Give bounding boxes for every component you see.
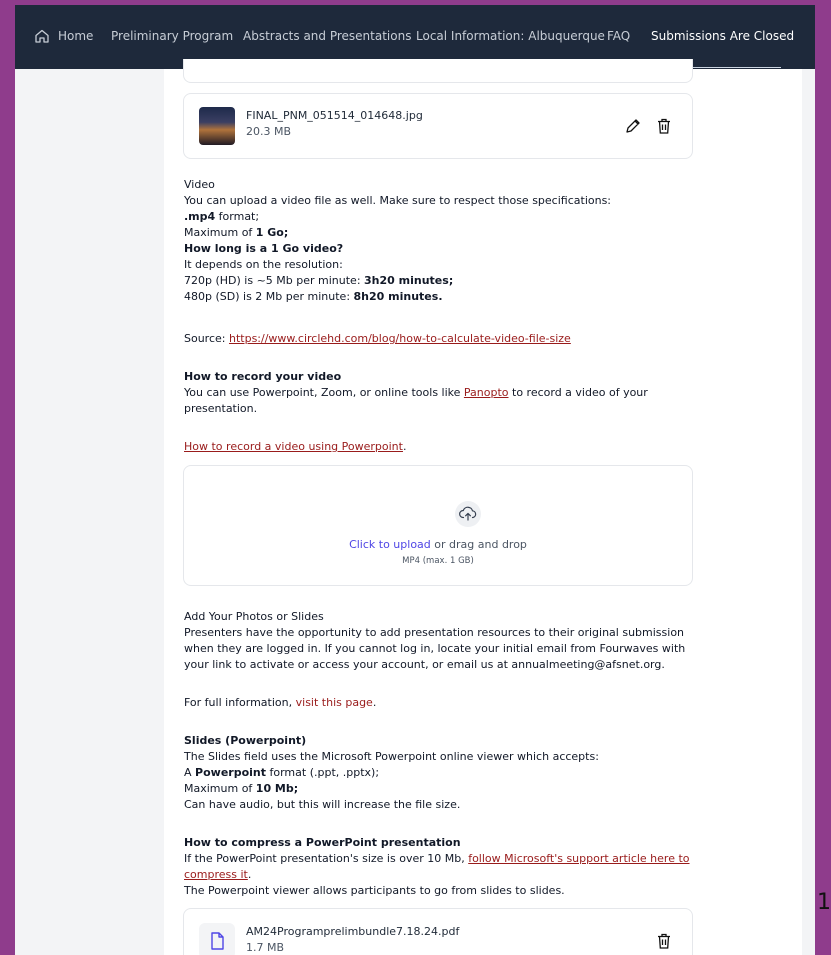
full-info-suffix: . bbox=[372, 696, 377, 709]
slides-format-prefix: A bbox=[184, 766, 196, 779]
compress-line2-suffix: . bbox=[247, 868, 252, 881]
photos-line3: your link to activate or access your acc… bbox=[184, 658, 665, 671]
nav-local-information[interactable]: Local Information: Albuquerque bbox=[416, 29, 605, 43]
nav-submissions-closed[interactable]: Submissions Are Closed bbox=[651, 29, 794, 43]
compress-heading: How to compress a PowerPoint presentatio… bbox=[184, 836, 461, 849]
panopto-link[interactable]: Panopto bbox=[464, 386, 509, 399]
video-max-bold: 1 Go; bbox=[255, 226, 289, 239]
photos-line1: Presenters have the opportunity to add p… bbox=[184, 626, 685, 639]
full-info-line: For full information, visit this page. bbox=[184, 695, 376, 711]
slides-max-bold: 10 Mb; bbox=[255, 782, 299, 795]
slides-max-prefix: Maximum of bbox=[184, 782, 256, 795]
slides-line1: The Slides field uses the Microsoft Powe… bbox=[184, 750, 599, 763]
video-source-prefix: Source: bbox=[184, 332, 229, 345]
compress-it-link[interactable]: compress it bbox=[184, 868, 248, 881]
video-length-question: How long is a 1 Go video? bbox=[184, 242, 344, 255]
video-depends: It depends on the resolution: bbox=[184, 258, 343, 271]
upload-instructions: Click to upload or drag and drop bbox=[184, 538, 692, 551]
home-icon[interactable] bbox=[34, 28, 50, 44]
video-format-line: .mp4 format; bbox=[184, 209, 259, 225]
slides-audio: Can have audio, but this will increase t… bbox=[184, 798, 461, 811]
slides-format-rest: format (.ppt, .pptx); bbox=[266, 766, 380, 779]
video-heading: Video bbox=[184, 178, 215, 191]
photos-heading: Add Your Photos or Slides bbox=[184, 610, 324, 623]
video-sd-line: 480p (SD) is 2 Mb per minute: 8h20 minut… bbox=[184, 289, 443, 305]
slides-format-bold: Powerpoint bbox=[195, 766, 266, 779]
image-file-card: FINAL_PNM_051514_014648.jpg 20.3 MB bbox=[183, 93, 693, 159]
slides-format-line: A Powerpoint format (.ppt, .pptx); bbox=[184, 765, 379, 781]
microsoft-support-link[interactable]: follow Microsoft's support article here … bbox=[468, 852, 689, 865]
compress-line1: If the PowerPoint presentation's size is… bbox=[184, 851, 690, 867]
photos-line2: when they are logged in. If you cannot l… bbox=[184, 642, 686, 655]
click-to-upload-link[interactable]: Click to upload bbox=[349, 538, 431, 551]
compress-line3: The Powerpoint viewer allows participant… bbox=[184, 884, 565, 897]
pencil-icon[interactable] bbox=[624, 117, 642, 135]
image-file-size: 20.3 MB bbox=[246, 125, 292, 138]
video-sd-bold: 8h20 minutes. bbox=[353, 290, 443, 303]
upload-icon-circle bbox=[455, 501, 481, 527]
video-format-rest: format; bbox=[215, 210, 260, 223]
video-sd-prefix: 480p (SD) is 2 Mb per minute: bbox=[184, 290, 354, 303]
record-line2: presentation. bbox=[184, 402, 258, 415]
nav-preliminary-program[interactable]: Preliminary Program bbox=[111, 29, 233, 43]
video-source-link[interactable]: https://www.circlehd.com/blog/how-to-cal… bbox=[229, 332, 571, 345]
drag-drop-text: or drag and drop bbox=[430, 538, 527, 551]
compress-line1-prefix: If the PowerPoint presentation's size is… bbox=[184, 852, 469, 865]
previous-file-card bbox=[183, 59, 693, 83]
record-line1-prefix: You can use Powerpoint, Zoom, or online … bbox=[184, 386, 464, 399]
record-line1-suffix: to record a video of your bbox=[508, 386, 648, 399]
pdf-file-card: AM24Programprelimbundle7.18.24.pdf 1.7 M… bbox=[183, 908, 693, 955]
nav-faq[interactable]: FAQ bbox=[607, 29, 630, 43]
powerpoint-record-link[interactable]: How to record a video using Powerpoint bbox=[184, 440, 403, 453]
video-format-bold: .mp4 bbox=[184, 210, 216, 223]
slides-max-line: Maximum of 10 Mb; bbox=[184, 781, 298, 797]
submission-form: FINAL_PNM_051514_014648.jpg 20.3 MB Vide… bbox=[164, 59, 802, 955]
full-info-prefix: For full information, bbox=[184, 696, 296, 709]
nav-abstracts-presentations[interactable]: Abstracts and Presentations bbox=[243, 29, 411, 43]
edge-page-number: 1 bbox=[817, 890, 831, 915]
powerpoint-record-suffix: . bbox=[402, 440, 407, 453]
record-heading: How to record your video bbox=[184, 370, 342, 383]
compress-line2: compress it. bbox=[184, 867, 251, 883]
nav-home[interactable]: Home bbox=[58, 29, 93, 43]
trash-icon[interactable] bbox=[655, 932, 673, 950]
powerpoint-record-line: How to record a video using Powerpoint. bbox=[184, 439, 406, 455]
upload-hint: MP4 (max. 1 GB) bbox=[402, 556, 474, 566]
video-max-line: Maximum of 1 Go; bbox=[184, 225, 288, 241]
image-thumbnail bbox=[199, 107, 235, 145]
video-upload-dropzone[interactable]: Click to upload or drag and drop MP4 (ma… bbox=[183, 465, 693, 586]
video-hd-line: 720p (HD) is ~5 Mb per minute: 3h20 minu… bbox=[184, 273, 453, 289]
pdf-file-name: AM24Programprelimbundle7.18.24.pdf bbox=[246, 925, 460, 938]
video-intro: You can upload a video file as well. Mak… bbox=[184, 194, 612, 207]
video-max-prefix: Maximum of bbox=[184, 226, 256, 239]
file-icon bbox=[211, 932, 224, 950]
image-file-name: FINAL_PNM_051514_014648.jpg bbox=[246, 109, 423, 122]
pdf-file-size: 1.7 MB bbox=[246, 941, 285, 954]
video-hd-bold: 3h20 minutes; bbox=[364, 274, 454, 287]
trash-icon[interactable] bbox=[655, 117, 673, 135]
slides-heading: Slides (Powerpoint) bbox=[184, 734, 307, 747]
video-source-line: Source: https://www.circlehd.com/blog/ho… bbox=[184, 331, 571, 347]
cloud-upload-icon bbox=[459, 506, 477, 521]
visit-this-page-link[interactable]: visit this page bbox=[296, 696, 373, 709]
page-shell: Home Preliminary Program Abstracts and P… bbox=[15, 5, 815, 955]
file-icon-chip bbox=[199, 923, 235, 955]
record-line1: You can use Powerpoint, Zoom, or online … bbox=[184, 385, 648, 401]
video-hd-prefix: 720p (HD) is ~5 Mb per minute: bbox=[184, 274, 365, 287]
